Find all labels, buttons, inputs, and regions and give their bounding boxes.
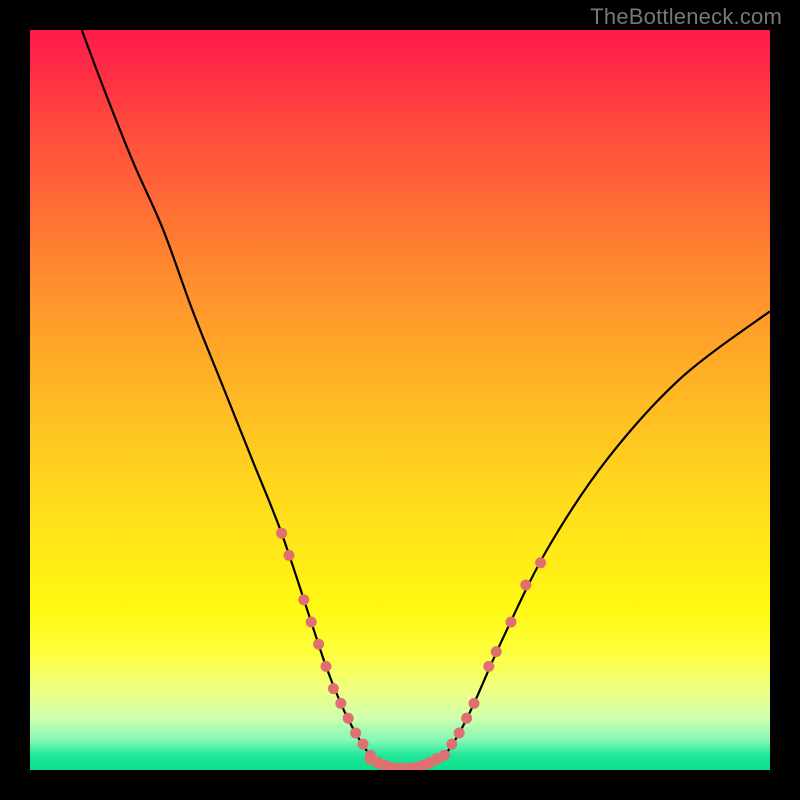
highlight-dot: [335, 698, 346, 709]
highlight-dot: [506, 617, 517, 628]
highlight-dot: [358, 739, 369, 750]
highlight-dot: [520, 580, 531, 591]
highlight-dot: [461, 713, 472, 724]
highlight-dot: [535, 557, 546, 568]
highlight-dot: [431, 753, 443, 765]
plot-area: [30, 30, 770, 770]
highlight-dots: [276, 528, 546, 770]
highlight-dot: [321, 661, 332, 672]
bottleneck-curve: [82, 30, 770, 769]
highlight-dot: [306, 617, 317, 628]
highlight-dot: [284, 550, 295, 561]
highlight-dot: [469, 698, 480, 709]
chart-frame: TheBottleneck.com: [0, 0, 800, 800]
highlight-dot: [343, 713, 354, 724]
highlight-dot: [350, 728, 361, 739]
chart-svg: [30, 30, 770, 770]
highlight-dot: [446, 739, 457, 750]
highlight-dot: [491, 646, 502, 657]
highlight-dot: [313, 639, 324, 650]
highlight-dot: [454, 728, 465, 739]
watermark-text: TheBottleneck.com: [590, 4, 782, 30]
highlight-dot: [483, 661, 494, 672]
highlight-dot: [298, 594, 309, 605]
highlight-dot: [276, 528, 287, 539]
highlight-dot: [328, 683, 339, 694]
